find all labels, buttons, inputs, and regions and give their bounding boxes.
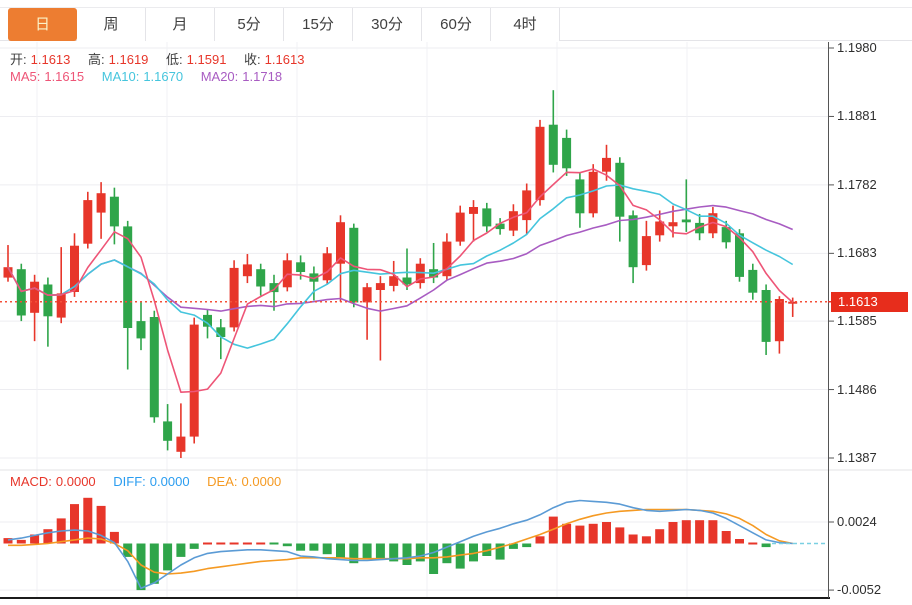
ma10-label: MA10: bbox=[102, 69, 140, 84]
ma10-value: 1.1670 bbox=[143, 69, 183, 84]
last-price-badge: 1.1613 bbox=[831, 292, 908, 312]
macd-legend: MACD: 0.0000 DIFF: 0.0000 DEA: 0.0000 bbox=[10, 474, 285, 489]
ma-legend: MA5: 1.1615 MA10:1.1670 MA20:1.1718 bbox=[10, 69, 286, 84]
candlestick-chart-canvas[interactable] bbox=[0, 0, 912, 605]
close-value: 1.1613 bbox=[265, 52, 305, 67]
ma20-value: 1.1718 bbox=[242, 69, 282, 84]
diff-label: DIFF: bbox=[113, 474, 146, 489]
low-label: 低: bbox=[166, 52, 183, 67]
low-value: 1.1591 bbox=[187, 52, 227, 67]
macd-axis-tick: 0.0024 bbox=[837, 514, 877, 529]
ohlc-legend: 开: 1.1613 高: 1.1619 低: 1.1591 收: 1.1613 bbox=[10, 49, 308, 68]
price-axis-tick: 1.1782 bbox=[837, 177, 877, 192]
ma20-label: MA20: bbox=[201, 69, 239, 84]
kline-chart-app: 日 周 月 5分 15分 30分 60分 4时 开:1.1613 高:1.161… bbox=[0, 0, 912, 605]
macd-value: 0.0000 bbox=[56, 474, 96, 489]
macd-axis-tick: -0.0052 bbox=[837, 582, 881, 597]
close-label: 收: bbox=[244, 52, 261, 67]
open-value: 1.1613 bbox=[31, 52, 71, 67]
price-axis-tick: 1.1585 bbox=[837, 313, 877, 328]
macd-label: MACD: bbox=[10, 474, 52, 489]
price-axis-tick: 1.1387 bbox=[837, 450, 877, 465]
ma5-value: 1.1615 bbox=[44, 69, 84, 84]
ma5-label: MA5: bbox=[10, 69, 40, 84]
high-label: 高: bbox=[88, 52, 105, 67]
diff-value: 0.0000 bbox=[150, 474, 190, 489]
price-axis-tick: 1.1683 bbox=[837, 245, 877, 260]
price-axis-tick: 1.1486 bbox=[837, 382, 877, 397]
price-axis-tick: 1.1980 bbox=[837, 40, 877, 55]
dea-value: 0.0000 bbox=[242, 474, 282, 489]
open-label: 开: bbox=[10, 52, 27, 67]
dea-label: DEA: bbox=[207, 474, 237, 489]
price-axis-tick: 1.1881 bbox=[837, 108, 877, 123]
high-value: 1.1619 bbox=[109, 52, 149, 67]
